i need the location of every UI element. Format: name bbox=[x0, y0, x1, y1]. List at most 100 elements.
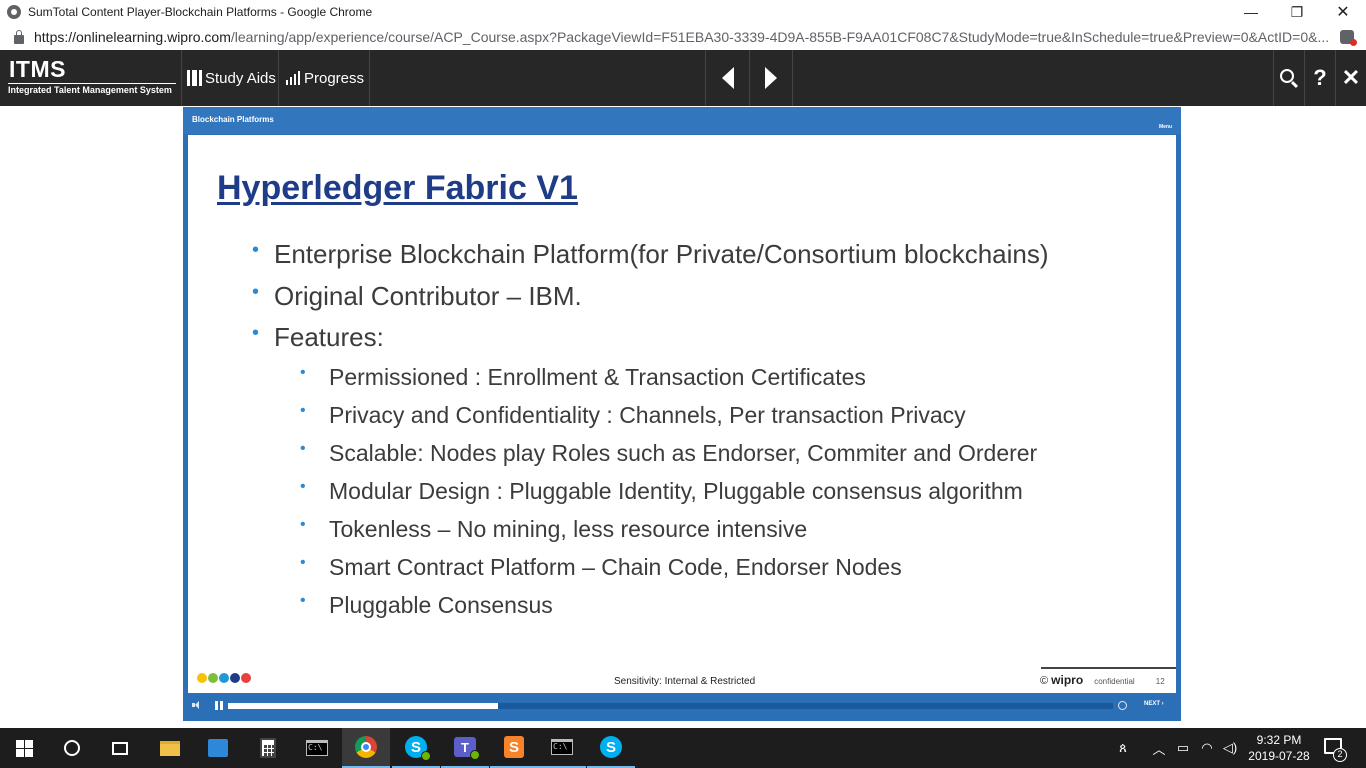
bullet-dot: • bbox=[252, 322, 260, 344]
progress-button[interactable]: Progress bbox=[280, 50, 370, 106]
show-hidden-icons-button[interactable]: ︿ bbox=[1148, 728, 1170, 768]
lock-icon[interactable] bbox=[14, 29, 24, 44]
sub-bullet-text: Privacy and Confidentiality : Channels, … bbox=[329, 402, 966, 428]
sub-bullet-dot: • bbox=[300, 478, 306, 495]
close-player-button[interactable]: ✕ bbox=[1335, 50, 1366, 106]
player-next-button[interactable]: NEXT › bbox=[1144, 701, 1164, 707]
cmd-button-2[interactable]: C:\ bbox=[538, 728, 586, 768]
url-path: /learning/app/experience/course/ACP_Cour… bbox=[230, 29, 1330, 45]
clock-date: 2019-07-28 bbox=[1248, 749, 1310, 763]
sub-bullet-item: • Scalable: Nodes play Roles such as End… bbox=[300, 440, 1037, 467]
brand-color-dots bbox=[197, 673, 251, 683]
progress-label: Progress bbox=[304, 69, 365, 87]
itms-subtitle: Integrated Talent Management System bbox=[8, 85, 172, 95]
brand-dot bbox=[197, 673, 207, 683]
people-icon: ጰ bbox=[1119, 740, 1127, 755]
windows-taskbar: C:\ S T S C:\ S ጰ ︿ ▭ ◠ ◁) 9:32 PM 2019-… bbox=[0, 728, 1366, 768]
close-window-button[interactable]: ✕ bbox=[1320, 0, 1366, 24]
slide: Hyperledger Fabric V1 • Enterprise Block… bbox=[188, 135, 1176, 693]
pause-button[interactable] bbox=[215, 701, 223, 710]
online-status-icon bbox=[421, 751, 431, 761]
wipro-logo: wipro bbox=[1051, 673, 1084, 687]
restore-button[interactable]: ❐ bbox=[1274, 0, 1320, 24]
taskbar-clock[interactable]: 9:32 PM 2019-07-28 bbox=[1244, 732, 1314, 764]
study-aids-label: Study Aids bbox=[205, 69, 276, 87]
sub-bullet-text: Pluggable Consensus bbox=[329, 592, 553, 618]
sub-bullet-item: • Pluggable Consensus bbox=[300, 592, 553, 619]
bullet-text: Features: bbox=[274, 322, 384, 352]
wifi-icon: ◠ bbox=[1201, 740, 1213, 755]
bullet-text: Enterprise Blockchain Platform(for Priva… bbox=[274, 239, 1049, 269]
minimize-button[interactable]: — bbox=[1228, 0, 1274, 24]
help-button[interactable]: ? bbox=[1304, 50, 1335, 106]
sub-bullet-text: Permissioned : Enrollment & Transaction … bbox=[329, 364, 866, 390]
chrome-taskbar-button[interactable] bbox=[342, 728, 390, 768]
slide-title: Hyperledger Fabric V1 bbox=[217, 169, 578, 207]
sub-bullet-dot: • bbox=[300, 592, 306, 609]
sub-bullet-dot: • bbox=[300, 554, 306, 571]
teams-icon: T bbox=[454, 737, 480, 760]
page-number: 12 bbox=[1155, 677, 1165, 686]
study-aids-button[interactable]: Study Aids bbox=[183, 50, 279, 106]
network-button[interactable]: ◠ bbox=[1196, 728, 1218, 768]
brand-dot bbox=[241, 673, 251, 683]
search-button[interactable] bbox=[1273, 50, 1304, 106]
battery-button[interactable]: ▭ bbox=[1172, 728, 1194, 768]
next-page-button[interactable] bbox=[749, 50, 793, 106]
skype-business-button[interactable]: S bbox=[392, 728, 440, 768]
notification-count: 2 bbox=[1333, 748, 1347, 762]
sub-bullet-dot: • bbox=[300, 402, 306, 419]
skype-icon: S bbox=[600, 736, 622, 758]
extension-icon[interactable] bbox=[1340, 30, 1357, 46]
folder-icon bbox=[160, 740, 180, 756]
sublime-text-icon: S bbox=[504, 736, 524, 758]
content-player: Blockchain Platforms Menu Hyperledger Fa… bbox=[183, 107, 1181, 721]
search-icon bbox=[1280, 69, 1294, 83]
copyright-symbol: © bbox=[1040, 675, 1049, 687]
progress-slider[interactable] bbox=[228, 703, 1113, 709]
app-top-nav: ITMS Integrated Talent Management System… bbox=[0, 50, 1366, 106]
brand-dot bbox=[208, 673, 218, 683]
sublime-button[interactable]: S bbox=[490, 728, 538, 768]
volume-icon[interactable] bbox=[192, 701, 200, 709]
confidential-label: confidential bbox=[1094, 677, 1135, 686]
chrome-logo-icon bbox=[7, 5, 21, 19]
bullet-dot: • bbox=[252, 281, 260, 303]
calculator-button[interactable] bbox=[244, 728, 292, 768]
logo-divider bbox=[8, 83, 176, 84]
task-view-icon bbox=[112, 741, 128, 755]
brand-dot bbox=[219, 673, 229, 683]
address-bar[interactable]: https://onlinelearning.wipro.com/learnin… bbox=[0, 24, 1366, 50]
arrow-right-icon bbox=[765, 67, 777, 89]
replay-icon[interactable] bbox=[1118, 701, 1127, 710]
close-icon: ✕ bbox=[1341, 65, 1361, 90]
sub-bullet-text: Tokenless – No mining, less resource int… bbox=[329, 516, 808, 542]
bullet-dot: • bbox=[252, 239, 260, 261]
cmd-icon: C:\ bbox=[306, 740, 328, 756]
skype-button[interactable]: S bbox=[587, 728, 635, 768]
bullet-item: • Features: bbox=[252, 322, 384, 353]
bullet-text: Original Contributor – IBM. bbox=[274, 281, 582, 311]
previous-page-button[interactable] bbox=[705, 50, 749, 106]
wipro-footer: © wipro confidential 12 bbox=[1040, 673, 1165, 687]
remote-desktop-button[interactable] bbox=[194, 728, 242, 768]
study-aids-icon bbox=[187, 70, 202, 86]
sub-bullet-text: Smart Contract Platform – Chain Code, En… bbox=[329, 554, 902, 580]
player-title: Blockchain Platforms bbox=[192, 115, 274, 124]
volume-tray-button[interactable]: ◁) bbox=[1219, 728, 1241, 768]
file-explorer-button[interactable] bbox=[146, 728, 194, 768]
cmd-icon: C:\ bbox=[551, 739, 573, 755]
progress-fill bbox=[228, 703, 498, 709]
cmd-button[interactable]: C:\ bbox=[293, 728, 341, 768]
cortana-button[interactable] bbox=[48, 728, 96, 768]
start-button[interactable] bbox=[0, 728, 48, 768]
sub-bullet-item: • Privacy and Confidentiality : Channels… bbox=[300, 402, 966, 429]
url-text[interactable]: https://onlinelearning.wipro.com/learnin… bbox=[34, 29, 1334, 45]
task-view-button[interactable] bbox=[96, 728, 144, 768]
people-button[interactable]: ጰ bbox=[1110, 728, 1136, 768]
browser-title-bar: SumTotal Content Player-Blockchain Platf… bbox=[0, 0, 1366, 24]
itms-logo: ITMS bbox=[9, 56, 66, 82]
teams-button[interactable]: T bbox=[441, 728, 489, 768]
player-menu-button[interactable]: Menu bbox=[1159, 124, 1172, 130]
sub-bullet-dot: • bbox=[300, 440, 306, 457]
